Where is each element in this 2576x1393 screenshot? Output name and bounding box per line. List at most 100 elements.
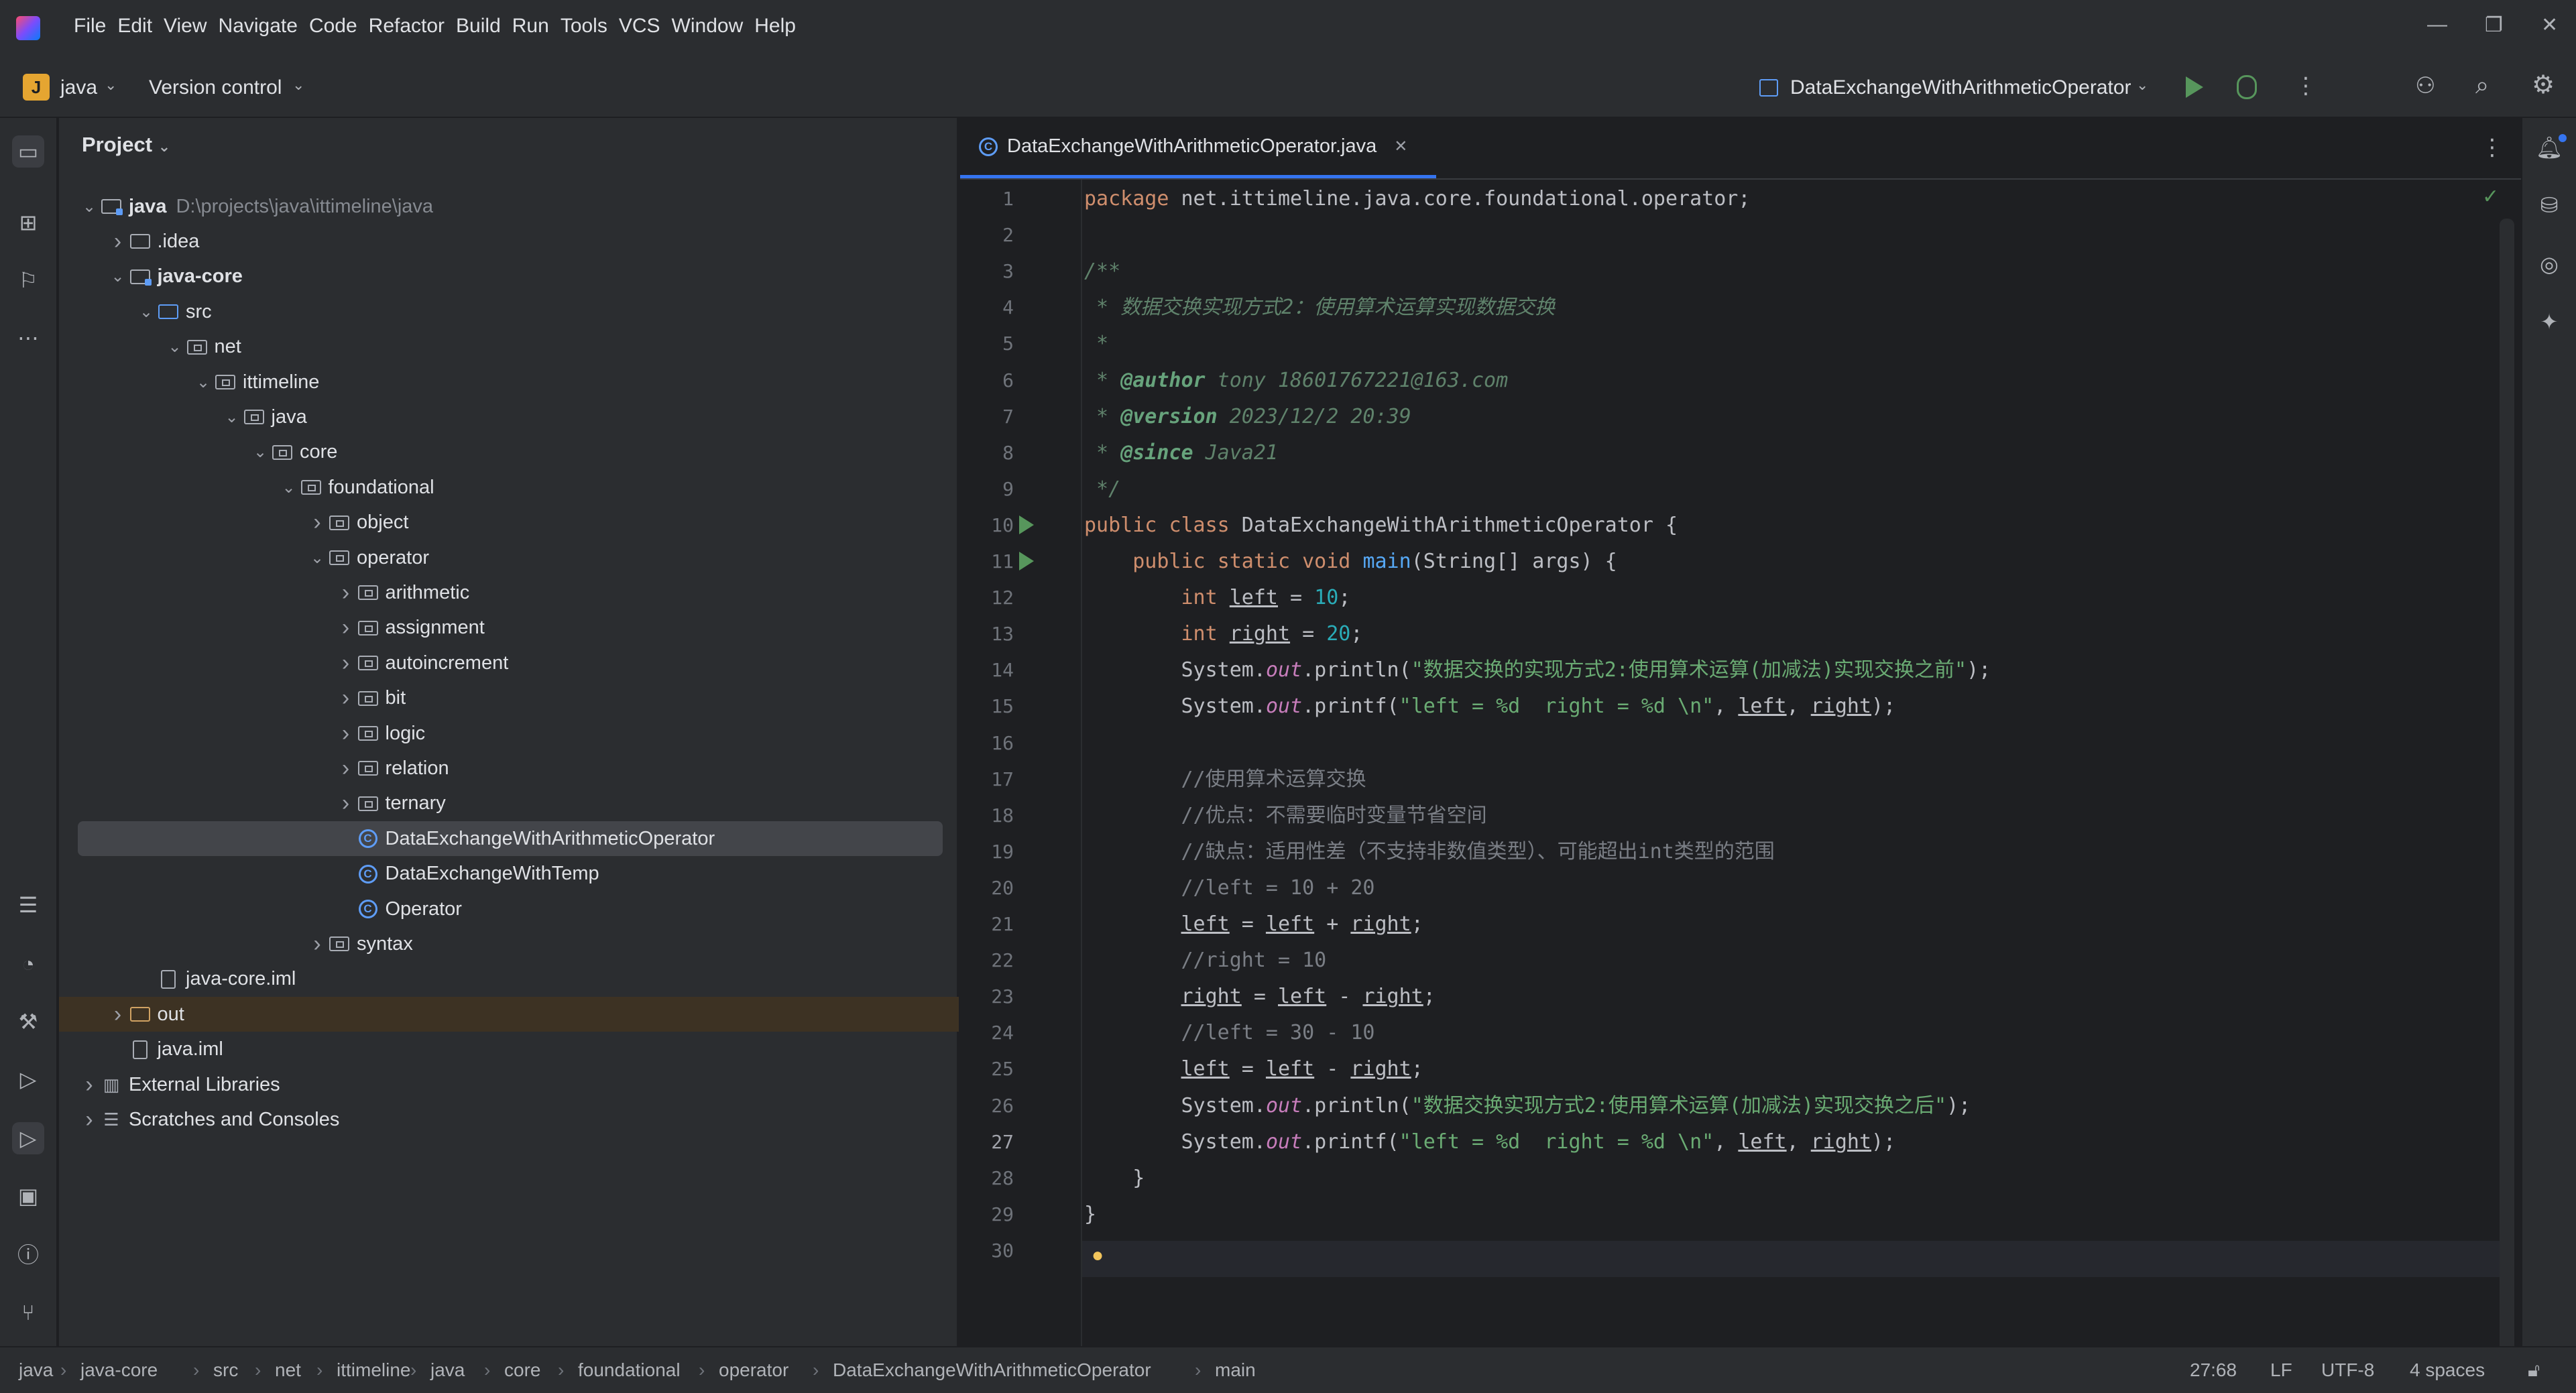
breadcrumb-item[interactable]: operator xyxy=(719,1359,788,1381)
code-line[interactable]: left = left + right; xyxy=(1084,906,2492,943)
tree-item[interactable]: ⌄ java-core xyxy=(59,259,959,294)
code-line[interactable]: left = left - right; xyxy=(1084,1051,2492,1087)
code-line[interactable]: //left = 30 - 10 xyxy=(1084,1015,2492,1051)
code-line[interactable]: System.out.println("数据交换实现方式2:使用算术运算(加减法… xyxy=(1084,1088,2492,1124)
menu-item-code[interactable]: Code xyxy=(309,15,357,38)
git-branch-icon[interactable]: ⑂ xyxy=(12,1296,44,1329)
code-line[interactable]: System.out.println("数据交换的实现方式2:使用算术运算(加减… xyxy=(1084,652,2492,688)
code-line[interactable]: public static void main(String[] args) { xyxy=(1084,544,2492,580)
breadcrumb-item[interactable]: java xyxy=(430,1359,465,1381)
menu-item-edit[interactable]: Edit xyxy=(117,15,152,38)
breadcrumb-item[interactable]: src xyxy=(213,1359,238,1381)
editor-scrollbar[interactable] xyxy=(2500,219,2514,1358)
code-line[interactable]: //left = 10 + 20 xyxy=(1084,870,2492,906)
code-line[interactable]: package net.ittimeline.java.core.foundat… xyxy=(1084,181,2492,217)
menu-item-window[interactable]: Window xyxy=(672,15,744,38)
code-line[interactable]: //使用算术运算交换 xyxy=(1084,762,2492,798)
breadcrumb-item[interactable]: ittimeline xyxy=(337,1359,410,1381)
services-icon[interactable]: ▷ xyxy=(12,1063,44,1095)
tree-item[interactable]: ⌄ ittimeline xyxy=(59,365,959,400)
code-line[interactable]: } xyxy=(1084,1197,2492,1233)
code-line[interactable]: * @version 2023/12/2 20:39 xyxy=(1084,399,2492,435)
code-line[interactable]: //缺点：适用性差（不支持非数值类型）、可能超出int类型的范围 xyxy=(1084,834,2492,870)
structure-icon[interactable]: ⊞ xyxy=(12,206,44,239)
intention-bulb-icon[interactable]: ● xyxy=(1092,1244,1104,1267)
chevron-right-icon[interactable]: › xyxy=(336,755,356,782)
editor-tab[interactable]: C DataExchangeWithArithmeticOperator.jav… xyxy=(960,118,1436,178)
database-icon[interactable]: ⛁ xyxy=(2533,189,2565,221)
menu-item-file[interactable]: File xyxy=(74,15,106,38)
project-panel-title[interactable]: Project ⌄ xyxy=(82,133,170,157)
tree-item[interactable]: ⌄ foundational xyxy=(59,470,959,505)
tree-item[interactable]: ⌄ operator xyxy=(59,540,959,575)
problems-icon[interactable]: ⓘ xyxy=(12,1237,44,1270)
code-line[interactable] xyxy=(1084,217,2492,253)
todo-list-icon[interactable]: ☰ xyxy=(12,889,44,921)
profiler-icon[interactable]: ◔ xyxy=(12,948,44,980)
tree-item-class[interactable]: C DataExchangeWithArithmeticOperator xyxy=(78,821,943,857)
minimize-icon[interactable]: — xyxy=(2427,13,2447,36)
more-actions-icon[interactable]: ⋮ xyxy=(2294,72,2317,99)
close-tab-icon[interactable]: ✕ xyxy=(1394,137,1407,156)
tree-item-class[interactable]: C DataExchangeWithTemp xyxy=(59,857,959,892)
run-tool-icon[interactable]: ▷ xyxy=(12,1122,44,1154)
code-line[interactable]: /** xyxy=(1084,253,2492,290)
add-user-icon[interactable]: ⚇ xyxy=(2415,72,2435,99)
tree-item[interactable]: › assignment xyxy=(59,611,959,646)
tree-item[interactable]: › out xyxy=(59,997,959,1032)
code-line[interactable]: right = left - right; xyxy=(1084,979,2492,1015)
tree-item[interactable]: ⌄ java D:\projects\java\ittimeline\java xyxy=(59,189,959,224)
tree-item[interactable]: › ▥ External Libraries xyxy=(59,1067,959,1102)
settings-gear-icon[interactable]: ⚙ xyxy=(2532,70,2555,100)
code-line[interactable]: * 数据交换实现方式2：使用算术运算实现数据交换 xyxy=(1084,290,2492,326)
breadcrumb-item[interactable]: java-core xyxy=(80,1359,158,1381)
breadcrumb-item[interactable]: java xyxy=(19,1359,53,1381)
code-line[interactable]: //优点：不需要临时变量节省空间 xyxy=(1084,798,2492,834)
chevron-down-icon[interactable]: ⌄ xyxy=(222,408,242,427)
tree-item-class[interactable]: C Operator xyxy=(59,892,959,926)
tree-item[interactable]: ⌄ java xyxy=(59,400,959,434)
debug-icon[interactable] xyxy=(2237,75,2257,99)
indent-setting[interactable]: 4 spaces xyxy=(2410,1359,2485,1381)
gradle-icon[interactable]: ◎ xyxy=(2533,248,2565,280)
chevron-down-icon[interactable]: ⌄ xyxy=(193,373,213,392)
chevron-down-icon[interactable]: ⌄ xyxy=(136,302,156,322)
tree-item[interactable]: java-core.iml xyxy=(59,962,959,997)
menu-item-tools[interactable]: Tools xyxy=(561,15,607,38)
code-line[interactable]: public class DataExchangeWithArithmeticO… xyxy=(1084,507,2492,544)
code-line[interactable]: //right = 10 xyxy=(1084,943,2492,979)
tree-item[interactable]: java.iml xyxy=(59,1032,959,1067)
build-hammer-icon[interactable]: ⚒ xyxy=(12,1006,44,1038)
read-only-lock-icon[interactable]: 🔓︎ xyxy=(2528,1359,2540,1382)
code-line[interactable]: int left = 10; xyxy=(1084,580,2492,616)
chevron-down-icon[interactable]: ⌄ xyxy=(307,548,327,568)
project-switcher[interactable]: java xyxy=(60,76,97,99)
chevron-down-icon[interactable]: ⌄ xyxy=(79,197,99,217)
code-line[interactable]: int right = 20; xyxy=(1084,616,2492,652)
menu-item-navigate[interactable]: Navigate xyxy=(219,15,298,38)
code-line[interactable]: */ xyxy=(1084,471,2492,507)
chevron-right-icon[interactable]: › xyxy=(79,1107,99,1133)
tree-item[interactable]: › autoincrement xyxy=(59,646,959,680)
chevron-right-icon[interactable]: › xyxy=(108,229,128,255)
tree-item[interactable]: › relation xyxy=(59,751,959,786)
menu-item-vcs[interactable]: VCS xyxy=(619,15,660,38)
tree-item[interactable]: › arithmetic xyxy=(59,575,959,610)
run-gutter-icon[interactable] xyxy=(1019,515,1034,534)
breadcrumb-item[interactable]: net xyxy=(275,1359,301,1381)
chevron-right-icon[interactable]: › xyxy=(336,615,356,641)
file-encoding[interactable]: UTF-8 xyxy=(2321,1359,2374,1381)
search-icon[interactable]: ⌕ xyxy=(2475,71,2489,100)
bookmarks-icon[interactable]: ⚐ xyxy=(12,264,44,296)
menu-item-help[interactable]: Help xyxy=(754,15,796,38)
tree-item[interactable]: › logic xyxy=(59,716,959,751)
tree-item[interactable]: › ☰ Scratches and Consoles xyxy=(59,1102,959,1137)
chevron-right-icon[interactable]: › xyxy=(336,685,356,711)
breadcrumb-item[interactable]: core xyxy=(504,1359,540,1381)
code-line[interactable]: * @since Java21 xyxy=(1084,435,2492,471)
code-line[interactable] xyxy=(1084,725,2492,762)
chevron-right-icon[interactable]: › xyxy=(79,1072,99,1098)
chevron-down-icon[interactable]: ⌄ xyxy=(108,267,128,286)
chevron-right-icon[interactable]: › xyxy=(307,509,327,536)
chevron-down-icon[interactable]: ⌄ xyxy=(165,337,185,357)
